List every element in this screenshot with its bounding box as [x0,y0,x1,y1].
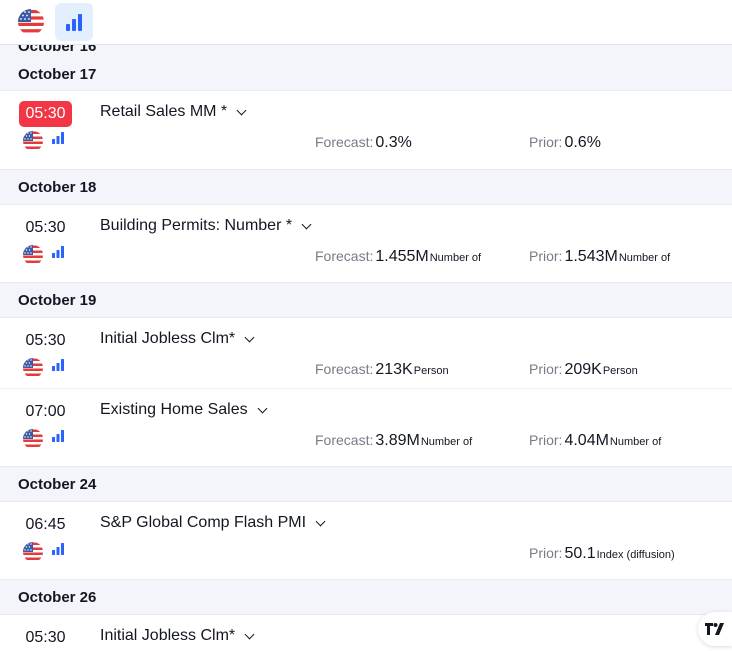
us-flag-icon [22,541,44,568]
chevron-down-icon [236,105,247,115]
prior-unit: Index (diffusion) [596,549,675,561]
us-flag-icon [22,130,44,157]
date-header-label: October 16 [18,45,97,55]
forecast-unit: Number of [420,436,473,448]
event-row[interactable]: 05:30 Initial Jobless Clm* [0,615,732,651]
event-time: 05:30 [25,629,66,646]
impact-bars-icon [51,429,65,448]
event-title: Building Permits: Number * [100,217,293,234]
forecast-unit: Person [413,365,449,377]
prior-stat: Prior: 209K Person [529,361,638,379]
forecast-label: Forecast: [315,432,374,448]
event-time: 05:30 [25,219,66,236]
impact-bars-icon [51,245,65,264]
forecast-stat: Forecast: 3.89M Number of [315,432,472,450]
forecast-stat: Forecast: 213K Person [315,361,449,379]
forecast-label: Forecast: [315,134,374,150]
impact-bars-icon [66,14,82,31]
prior-unit: Number of [609,436,662,448]
us-flag-icon [22,357,44,384]
chevron-down-icon [244,332,255,342]
forecast-value: 213K [375,361,413,378]
event-title: Initial Jobless Clm* [100,330,236,347]
prior-unit: Person [602,365,638,377]
date-header-label: October 17 [18,66,97,83]
impact-bars-icon [51,358,65,377]
event-title-toggle[interactable]: Initial Jobless Clm* [100,627,255,645]
prior-stat: Prior: 0.6% [529,134,602,152]
prior-label: Prior: [529,248,563,264]
forecast-value: 3.89M [375,432,420,449]
chevron-down-icon [257,403,268,413]
event-row[interactable]: 05:30 Building Permits: Number * Forecas… [0,205,732,282]
date-header: October 24 [0,466,732,502]
chevron-down-icon [301,219,312,229]
event-title-toggle[interactable]: S&P Global Comp Flash PMI [100,514,326,532]
tradingview-badge[interactable] [698,612,732,646]
event-time: 05:30 [25,332,66,349]
prior-label: Prior: [529,432,563,448]
chevron-down-icon [244,629,255,639]
impact-bars-icon [51,131,65,150]
us-flag-icon [22,428,44,455]
event-time: 06:45 [25,516,66,533]
forecast-value: 0.3% [375,134,412,151]
prior-stat: Prior: 4.04M Number of [529,432,661,450]
prior-label: Prior: [529,361,563,377]
event-title: Retail Sales MM * [100,103,228,120]
date-header-label: October 18 [18,179,97,196]
chevron-down-icon [315,516,326,526]
us-flag-icon [18,9,44,35]
economic-calendar-list[interactable]: October 16 October 17 05:30 Retail Sales… [0,45,732,651]
event-title-toggle[interactable]: Existing Home Sales [100,401,268,419]
prior-label: Prior: [529,134,563,150]
forecast-label: Forecast: [315,248,374,264]
prior-value: 1.543M [564,248,618,265]
prior-unit: Number of [618,252,671,264]
event-row[interactable]: 05:30 Initial Jobless Clm* [0,318,732,389]
date-header-label: October 24 [18,476,97,493]
filter-toolbar [0,0,732,45]
event-row[interactable]: 05:30 Retail Sales MM * Forecast: 0.3% P… [0,91,732,169]
date-header-label: October 26 [18,589,97,606]
date-header: October 26 [0,579,732,615]
prior-value: 4.04M [564,432,609,449]
event-row[interactable]: 06:45 S&P Global Comp Flash PMI Prior: 5… [0,502,732,579]
prior-value: 50.1 [564,545,596,562]
date-header: October 16 October 17 [0,45,732,91]
importance-filter-button[interactable] [55,3,93,41]
prior-stat: Prior: 50.1 Index (diffusion) [529,545,675,563]
event-row[interactable]: 07:00 Existing Home Sales Forecast: 3.89… [0,389,732,466]
forecast-label: Forecast: [315,361,374,377]
prior-value: 0.6% [564,134,601,151]
event-title: Initial Jobless Clm* [100,627,236,644]
date-header: October 18 [0,169,732,205]
country-filter-button[interactable] [12,3,50,41]
event-title-toggle[interactable]: Building Permits: Number * [100,217,312,235]
date-header: October 19 [0,282,732,318]
event-time: 07:00 [25,403,66,420]
forecast-value: 1.455M [375,248,429,265]
forecast-unit: Number of [429,252,482,264]
event-time: 05:30 [19,101,72,127]
event-title-toggle[interactable]: Retail Sales MM * [100,103,247,121]
us-flag-icon [22,244,44,271]
event-title: S&P Global Comp Flash PMI [100,514,307,531]
impact-bars-icon [51,542,65,561]
prior-label: Prior: [529,545,563,561]
tradingview-logo-icon [705,623,724,635]
prior-stat: Prior: 1.543M Number of [529,248,670,266]
date-header-label: October 19 [18,292,97,309]
forecast-stat: Forecast: 1.455M Number of [315,248,481,266]
prior-value: 209K [564,361,602,378]
forecast-stat: Forecast: 0.3% [315,134,413,152]
event-title: Existing Home Sales [100,401,248,418]
event-title-toggle[interactable]: Initial Jobless Clm* [100,330,255,348]
